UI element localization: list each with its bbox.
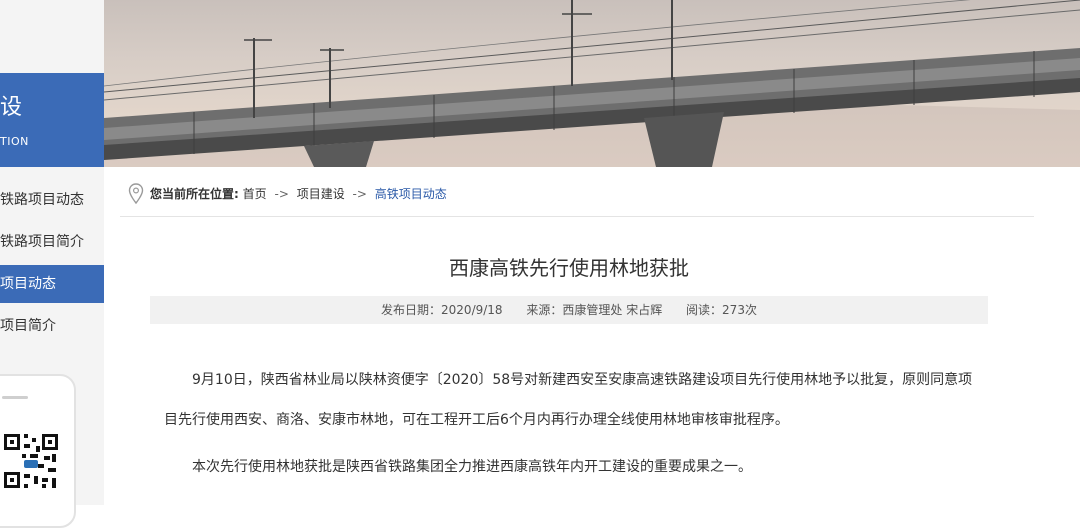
breadcrumb-separator: -> xyxy=(274,187,289,201)
breadcrumb-label: 您当前所在位置: xyxy=(150,187,239,201)
sidebar-subtitle: TION xyxy=(0,135,29,148)
banner-image xyxy=(104,0,1080,167)
sidebar-item-label: 铁路项目简介 xyxy=(0,234,84,250)
article-paragraph: 9月10日，陕西省林业局以陕林资便字〔2020〕58号对新建西安至安康高速铁路建… xyxy=(164,372,973,428)
publish-date: 发布日期：2020/9/18 xyxy=(381,303,503,317)
article-paragraph: 本次先行使用林地获批是陕西省铁路集团全力推进西康高铁年内开工建设的重要成果之一。 xyxy=(192,459,752,475)
breadcrumb-separator: -> xyxy=(352,187,367,201)
breadcrumb-current-link[interactable]: 高铁项目动态 xyxy=(375,187,447,201)
article-source: 来源：西康管理处 宋占辉 xyxy=(526,303,663,317)
phone-speaker xyxy=(2,396,28,399)
railway-bridge-illustration xyxy=(104,0,1080,167)
article-meta-bar: 发布日期：2020/9/18 来源：西康管理处 宋占辉 阅读：273次 xyxy=(150,296,988,324)
sidebar-item-label: 项目简介 xyxy=(0,318,56,334)
sidebar-item-label: 项目动态 xyxy=(0,276,56,292)
view-count: 阅读：273次 xyxy=(686,303,757,317)
breadcrumb-section-link[interactable]: 项目建设 xyxy=(297,187,345,201)
article-title: 西康高铁先行使用林地获批 xyxy=(449,256,689,280)
sidebar-title: 设 xyxy=(0,95,23,120)
sidebar-item-label: 铁路项目动态 xyxy=(0,192,84,208)
sidebar-item-railway-news[interactable]: 铁路项目动态 xyxy=(0,181,104,219)
sidebar-header: 设 TION xyxy=(0,73,104,167)
sidebar-item-project-intro[interactable]: 项目简介 xyxy=(0,307,104,345)
qr-code-icon xyxy=(2,432,60,490)
sidebar-item-project-news[interactable]: 项目动态 xyxy=(0,265,104,303)
location-pin-icon xyxy=(128,183,144,205)
breadcrumb-home-link[interactable]: 首页 xyxy=(243,187,267,201)
breadcrumb-divider xyxy=(120,216,1034,217)
sidebar: 设 TION 铁路项目动态 铁路项目简介 项目动态 项目简介 xyxy=(0,0,104,528)
sidebar-item-railway-intro[interactable]: 铁路项目简介 xyxy=(0,223,104,261)
